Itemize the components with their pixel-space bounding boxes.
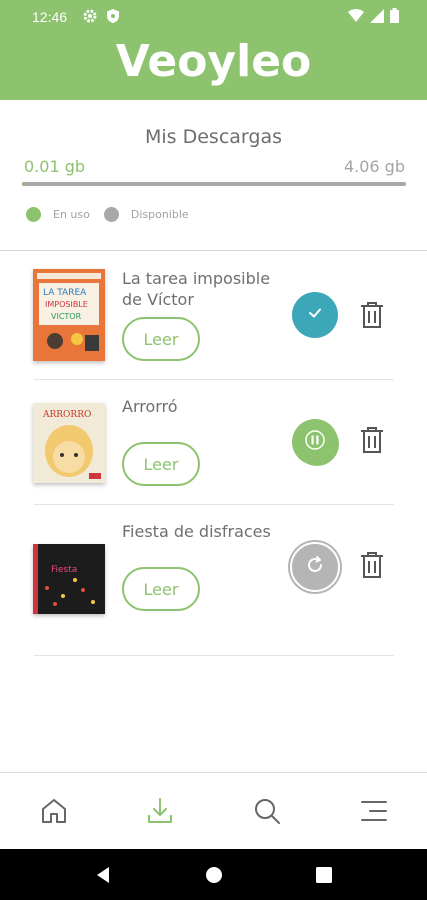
svg-text:LA TAREA: LA TAREA [43, 288, 87, 298]
system-nav-bar [0, 849, 427, 900]
read-button[interactable]: Leer [122, 442, 200, 486]
storage-progress-bar [22, 182, 406, 186]
book-cover-image[interactable]: LA TAREA IMPOSIBLE VICTOR [33, 269, 105, 361]
download-paused-status[interactable] [292, 419, 338, 465]
legend-used-dot [26, 207, 41, 222]
storage-legend: En uso Disponible [26, 207, 203, 222]
delete-trash-icon[interactable] [358, 425, 386, 455]
signal-icon [370, 8, 384, 26]
row-divider [34, 379, 394, 380]
storage-progress-fill [22, 182, 24, 186]
book-title: Fiesta de disfraces [122, 522, 271, 541]
nav-download-icon[interactable] [144, 795, 176, 827]
page-title: Mis Descargas [145, 126, 282, 148]
svg-text:ARRORRO: ARRORRO [42, 410, 91, 420]
app-logo: Veoyleo [115, 36, 312, 87]
status-right-icons [348, 8, 399, 26]
read-button[interactable]: Leer [122, 567, 200, 611]
download-item: Fiesta Fiesta de disfraces Leer [0, 508, 427, 632]
status-left-icons [82, 8, 120, 27]
svg-text:VICTOR: VICTOR [51, 312, 82, 321]
read-button[interactable]: Leer [122, 317, 200, 361]
status-bar: 12:46 [0, 0, 427, 34]
legend-used-label: En uso [53, 208, 90, 221]
pause-icon [304, 429, 326, 456]
legend-available-label: Disponible [130, 208, 189, 221]
nav-search-icon[interactable] [251, 795, 283, 827]
download-pending-status[interactable] [290, 542, 340, 592]
wifi-icon [348, 8, 364, 26]
legend-available-dot [103, 207, 119, 222]
legend-used: En uso [26, 207, 90, 222]
delete-trash-icon[interactable] [358, 550, 386, 580]
status-time: 12:46 [32, 9, 68, 25]
book-title: Arrorró [122, 397, 178, 416]
recents-icon[interactable] [316, 867, 332, 888]
book-cover-image[interactable]: ARRORRO [33, 403, 105, 483]
storage-total-value: 4.06 gb [343, 157, 405, 176]
nav-menu-icon[interactable] [358, 795, 390, 827]
home-circle-icon[interactable] [205, 866, 223, 889]
svg-text:IMPOSIBLE: IMPOSIBLE [45, 300, 88, 309]
download-item: ARRORRO Arrorró Leer [0, 383, 427, 507]
bottom-nav [0, 773, 427, 849]
refresh-icon [304, 554, 326, 581]
settings-gear-icon [82, 8, 98, 27]
storage-used-value: 0.01 gb [24, 157, 86, 176]
app-header: 12:46 Veoyleo [0, 0, 427, 100]
battery-icon [390, 8, 399, 26]
shield-icon [106, 8, 120, 27]
download-complete-status[interactable] [292, 292, 338, 338]
checkmark-icon [307, 306, 323, 325]
delete-trash-icon[interactable] [358, 300, 386, 330]
back-icon[interactable] [95, 866, 111, 889]
section-divider [0, 250, 427, 251]
nav-home-icon[interactable] [38, 795, 70, 827]
book-cover-image[interactable]: Fiesta [33, 544, 105, 614]
book-title: La tarea imposible de Víctor [122, 269, 271, 309]
row-divider [34, 504, 394, 505]
legend-available: Disponible [103, 207, 189, 222]
row-divider [34, 655, 394, 656]
download-item: LA TAREA IMPOSIBLE VICTOR La tarea impos… [0, 258, 427, 382]
svg-text:Fiesta: Fiesta [51, 565, 77, 575]
